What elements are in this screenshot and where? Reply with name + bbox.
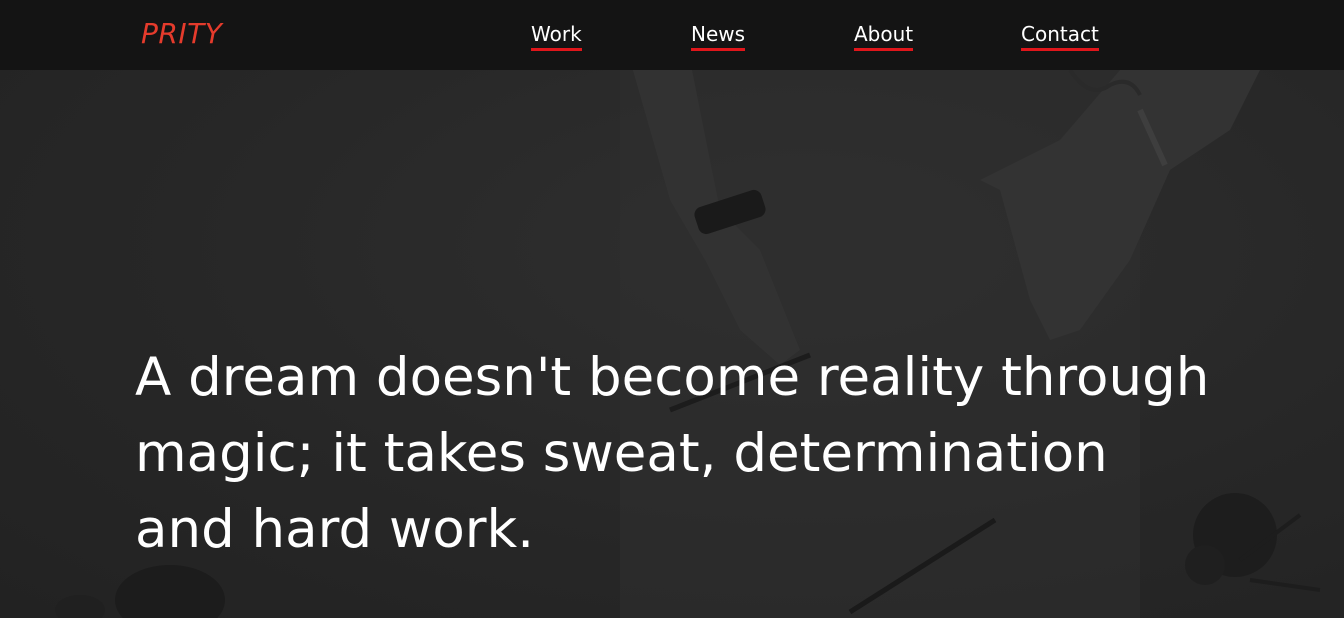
nav-link-news[interactable]: News <box>691 22 746 51</box>
hero-quote: A dream doesn't become reality through m… <box>135 347 1210 560</box>
top-navbar: PRITY Work News About Contact <box>0 0 1344 70</box>
nav-link-about[interactable]: About <box>854 22 914 51</box>
brand-logo[interactable]: PRITY <box>141 17 222 50</box>
nav-link-work[interactable]: Work <box>531 22 582 51</box>
nav-link-contact[interactable]: Contact <box>1021 22 1099 51</box>
